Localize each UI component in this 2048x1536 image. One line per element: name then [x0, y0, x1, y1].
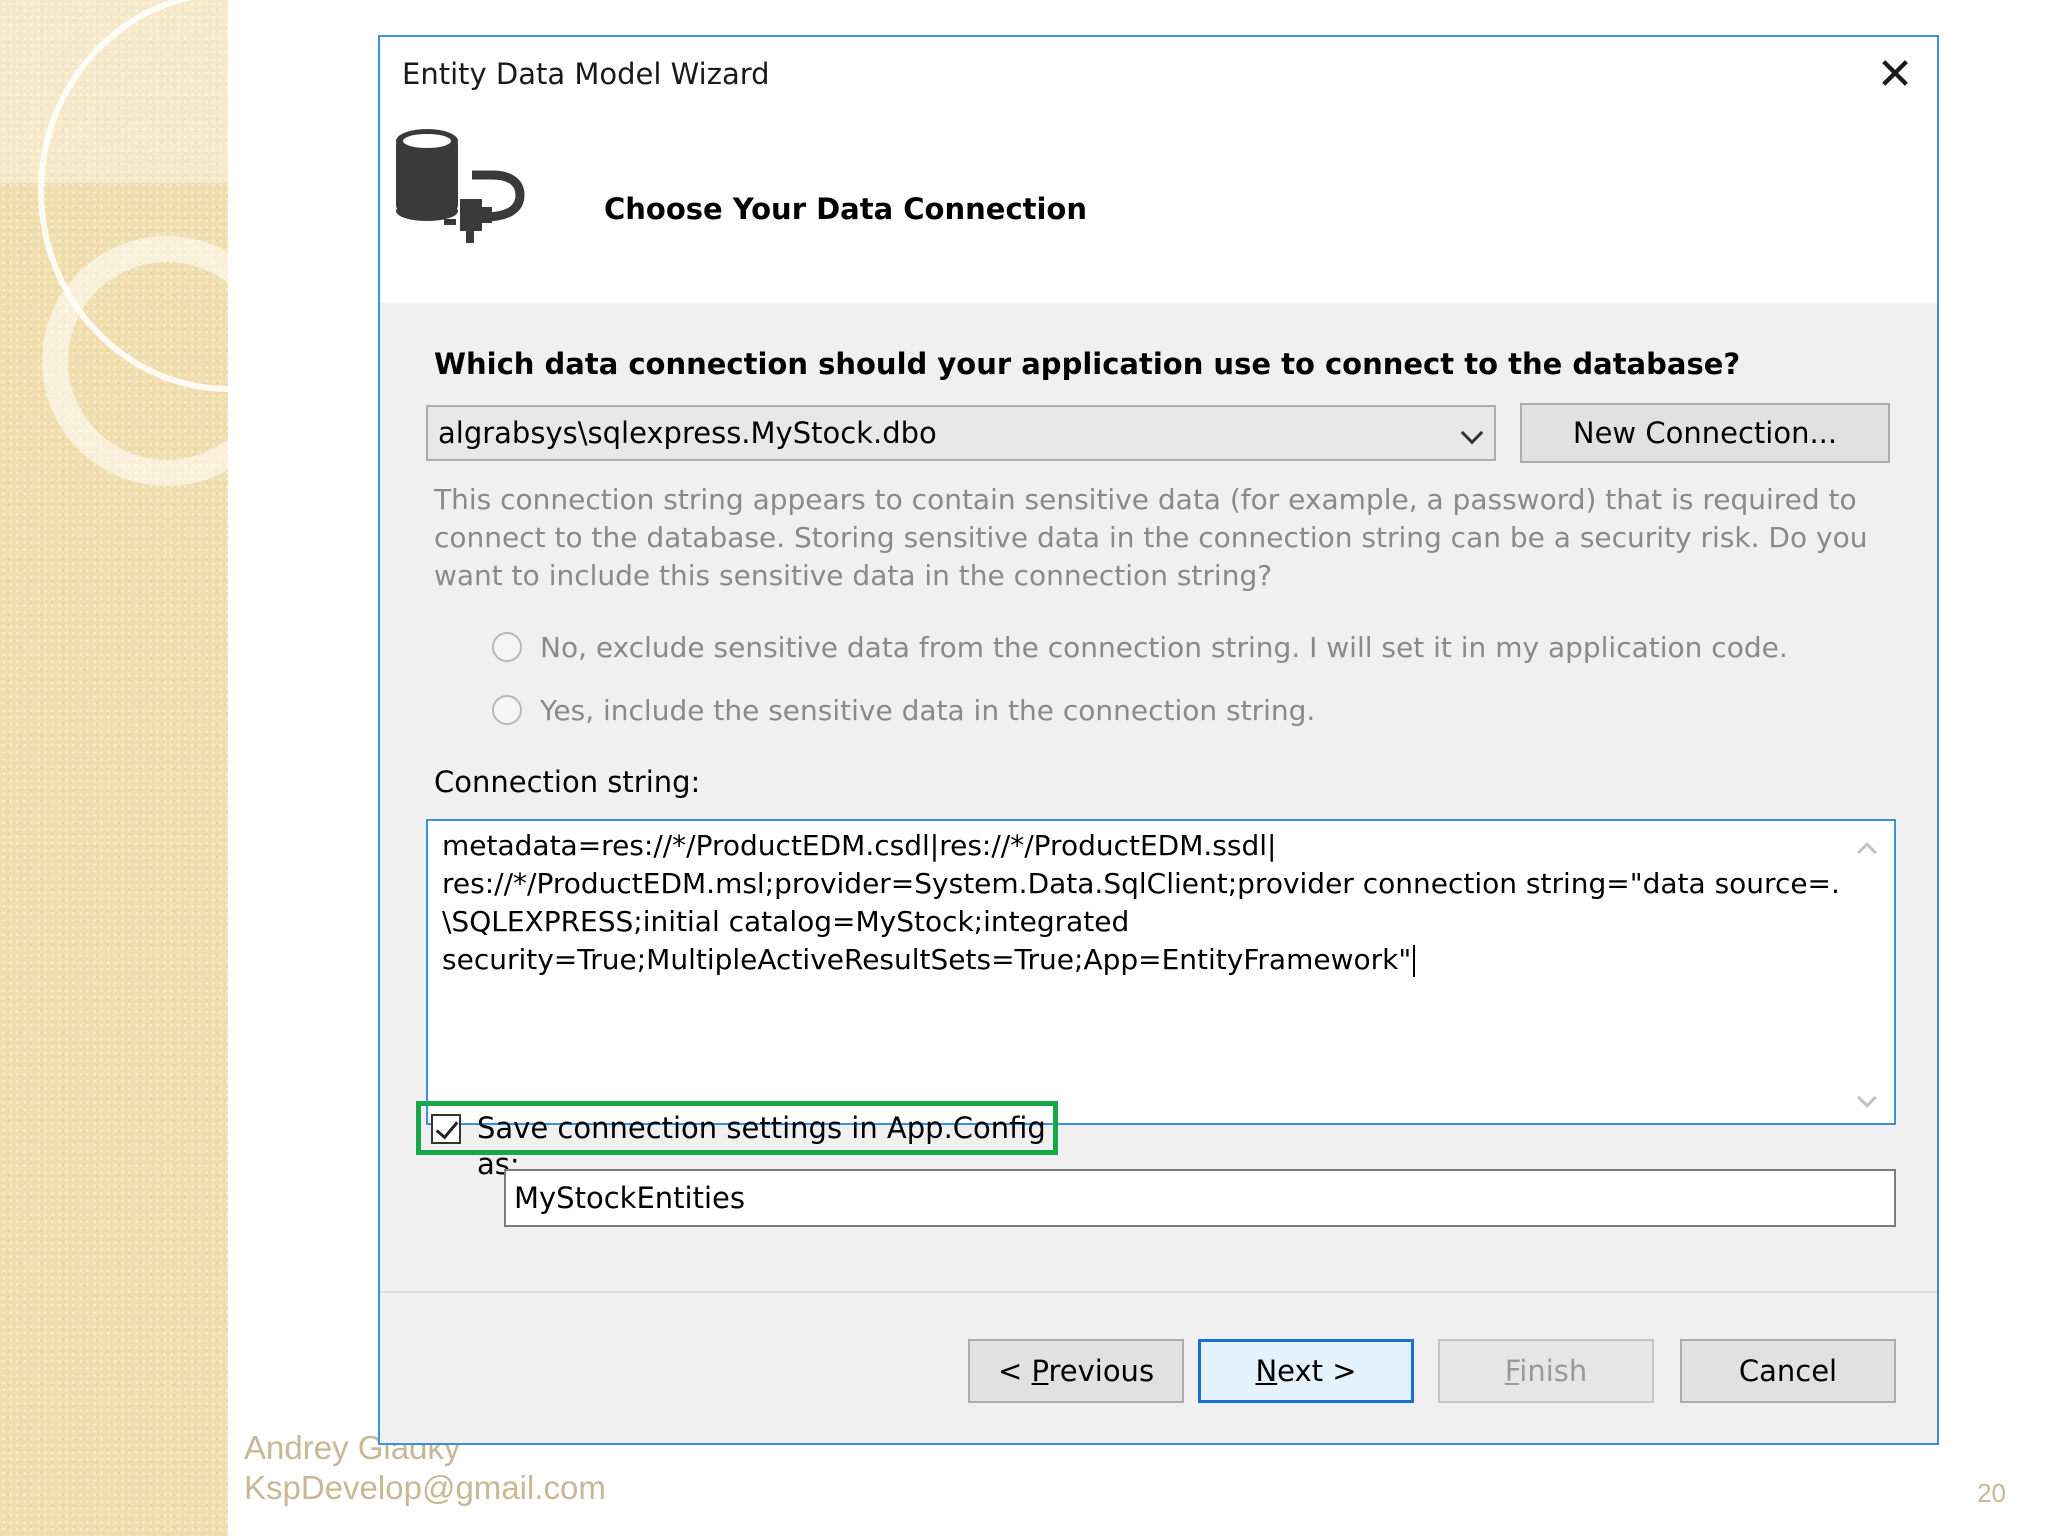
- sensitive-data-warning: This connection string appears to contai…: [434, 483, 1868, 592]
- radio-exclude-label: No, exclude sensitive data from the conn…: [540, 631, 1788, 664]
- radio-button[interactable]: [492, 632, 522, 662]
- connection-question: Which data connection should your applic…: [434, 347, 1741, 381]
- entity-data-model-wizard-dialog: Entity Data Model Wizard ✕ Choose Your D…: [378, 35, 1939, 1445]
- author-email: KspDevelop@gmail.com: [244, 1469, 606, 1506]
- next-access-key: N: [1255, 1354, 1278, 1388]
- save-settings-highlight: Save connection settings in App.Config a…: [416, 1101, 1058, 1181]
- radio-include-sensitive[interactable]: Yes, include the sensitive data in the c…: [492, 692, 1315, 730]
- connection-string-line: \SQLEXPRESS;initial catalog=MyStock;inte…: [442, 905, 1130, 938]
- finish-label: inish: [1519, 1354, 1588, 1388]
- close-icon[interactable]: ✕: [1875, 53, 1915, 97]
- checkmark-icon: [435, 1115, 459, 1140]
- connection-string-line: security=True;MultipleActiveResultSets=T…: [442, 943, 1412, 976]
- entities-name-input[interactable]: [504, 1169, 1896, 1227]
- previous-access-key: P: [1031, 1354, 1049, 1388]
- connection-string-textarea[interactable]: metadata=res://*/ProductEDM.csdl|res://*…: [426, 819, 1896, 1125]
- next-label: ext >: [1277, 1354, 1357, 1388]
- new-connection-button[interactable]: New Connection...: [1520, 403, 1890, 463]
- connection-dropdown[interactable]: algrabsys\sqlexpress.MyStock.dbo: [426, 405, 1496, 461]
- dialog-header: Entity Data Model Wizard ✕ Choose Your D…: [380, 37, 1937, 303]
- radio-exclude-sensitive[interactable]: No, exclude sensitive data from the conn…: [492, 629, 1788, 667]
- radio-button[interactable]: [492, 695, 522, 725]
- connection-string-line: res://*/ProductEDM.msl;provider=System.D…: [442, 867, 1840, 900]
- slide-decoration: [0, 0, 228, 1536]
- footer-separator: [380, 1291, 1937, 1293]
- finish-access-key: F: [1504, 1354, 1520, 1388]
- text-caret: [1413, 945, 1416, 977]
- previous-button[interactable]: < Previous: [968, 1339, 1184, 1403]
- finish-button[interactable]: Finish: [1438, 1339, 1654, 1403]
- connection-string-text: metadata=res://*/ProductEDM.csdl|res://*…: [442, 827, 1840, 979]
- connection-string-line-last: security=True;MultipleActiveResultSets=T…: [442, 941, 1812, 979]
- connection-dropdown-value: algrabsys\sqlexpress.MyStock.dbo: [438, 416, 937, 450]
- previous-prefix: <: [997, 1354, 1032, 1388]
- connection-string-line: metadata=res://*/ProductEDM.csdl|res://*…: [442, 829, 1277, 862]
- next-button[interactable]: Next >: [1198, 1339, 1414, 1403]
- database-plug-icon: [396, 129, 525, 243]
- connection-string-label: Connection string:: [434, 765, 701, 799]
- cancel-button[interactable]: Cancel: [1680, 1339, 1896, 1403]
- scroll-up-icon[interactable]: [1857, 842, 1877, 862]
- previous-label: revious: [1048, 1354, 1155, 1388]
- dialog-title: Entity Data Model Wizard: [402, 57, 770, 91]
- save-settings-checkbox[interactable]: [431, 1114, 461, 1144]
- step-title: Choose Your Data Connection: [604, 192, 1088, 226]
- page-number: 20: [1977, 1478, 2006, 1508]
- chevron-down-icon: [1460, 421, 1484, 445]
- scroll-down-icon[interactable]: [1857, 1088, 1877, 1108]
- radio-include-label: Yes, include the sensitive data in the c…: [540, 694, 1316, 727]
